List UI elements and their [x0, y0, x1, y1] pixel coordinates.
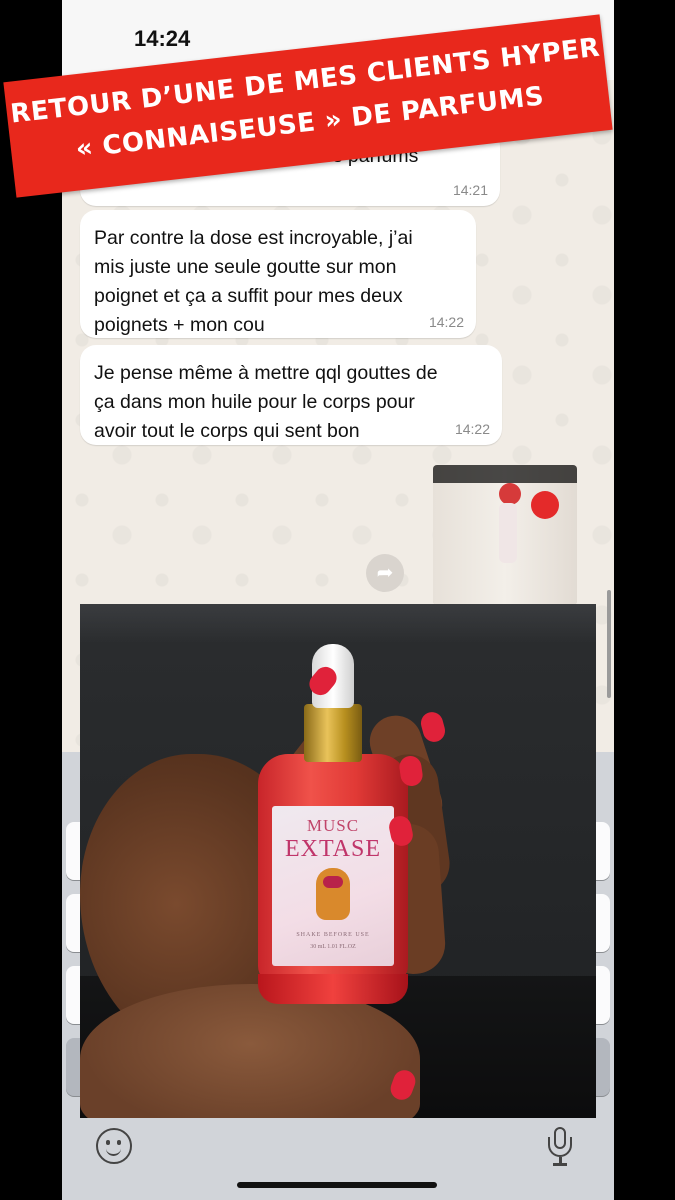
- thumbnail-person-head: [499, 483, 521, 505]
- status-time: 14:24: [134, 26, 191, 51]
- label-small-text: SHAKE BEFORE USE: [296, 932, 370, 938]
- forward-arrow-icon[interactable]: ➦: [366, 554, 404, 592]
- message-time: 14:21: [452, 182, 488, 198]
- perfume-bottle: MUSC EXTASE SHAKE BEFORE USE 30 mL 1.01 …: [258, 644, 408, 1004]
- message-line: Par contre la dose est incroyable, j’ai: [94, 227, 413, 249]
- label-volume-text: 30 mL 1.01 FL.OZ: [310, 944, 356, 950]
- message-line: avoir tout le corps qui sent bon: [94, 420, 360, 442]
- thumbnail-person-body: [499, 503, 517, 563]
- thumbnail-topbar: [433, 465, 577, 483]
- thumbnail-balloon: [531, 491, 559, 519]
- message-bubble[interactable]: Par contre la dose est incroyable, j’ai …: [80, 210, 476, 338]
- home-indicator[interactable]: [237, 1182, 437, 1188]
- media-thumbnail[interactable]: [433, 465, 577, 605]
- message-line: Je pense même à mettre qql gouttes de: [94, 362, 438, 384]
- message-text: Par contre la dose est incroyable, j’ai …: [94, 224, 413, 340]
- message-time: 14:22: [454, 421, 490, 437]
- label-brand-line2: EXTASE: [284, 836, 382, 862]
- label-figure: [316, 868, 350, 920]
- microphone-icon[interactable]: [548, 1127, 572, 1167]
- message-time: 14:22: [428, 314, 464, 330]
- label-brand-line1: MUSC: [306, 816, 360, 835]
- message-line: poignet et ça a suffit pour mes deux: [94, 285, 403, 307]
- message-line: ça dans mon huile pour le corps pour: [94, 391, 415, 413]
- message-text: Je pense même à mettre qql gouttes de ça…: [94, 359, 438, 446]
- bottle-label: MUSC EXTASE SHAKE BEFORE USE 30 mL 1.01 …: [272, 806, 394, 966]
- emoji-icon[interactable]: [96, 1128, 132, 1164]
- message-bubble[interactable]: Je pense même à mettre qql gouttes de ça…: [80, 345, 502, 445]
- scroll-indicator[interactable]: [607, 590, 611, 698]
- message-line: mis juste une seule goutte sur mon: [94, 256, 397, 278]
- product-photo: MUSC EXTASE SHAKE BEFORE USE 30 mL 1.01 …: [80, 604, 596, 1118]
- message-line: poignets + mon cou: [94, 314, 265, 336]
